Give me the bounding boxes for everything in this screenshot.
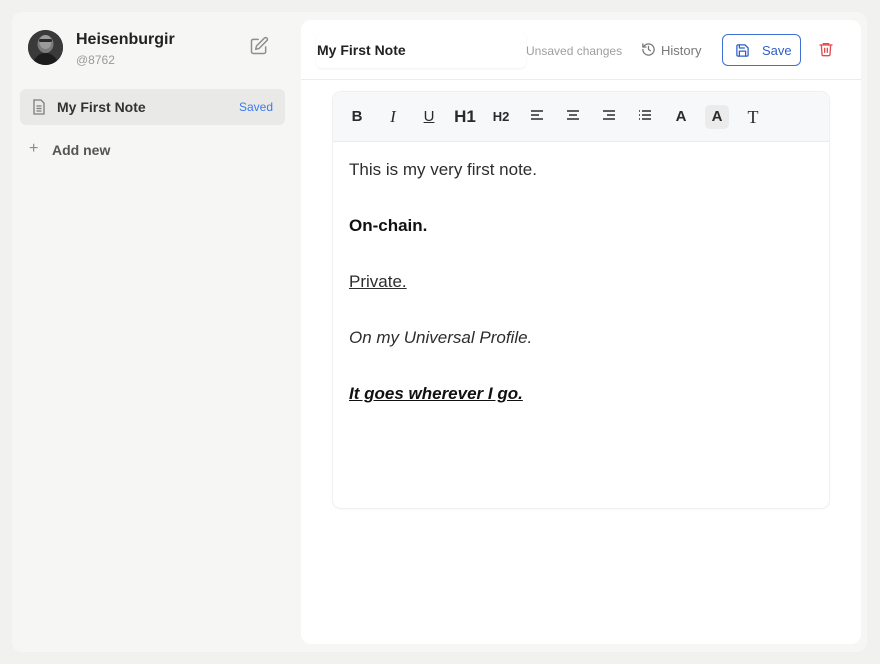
sidebar-note-item[interactable]: My First Note Saved: [20, 89, 285, 125]
paragraph-bold: On-chain.: [349, 216, 428, 235]
trash-icon[interactable]: [818, 41, 836, 59]
paragraph-bold-italic-underline: It goes wherever I go.: [349, 384, 523, 403]
text-color-button[interactable]: A: [669, 105, 693, 129]
add-new-label: Add new: [52, 142, 111, 158]
clear-format-button[interactable]: T: [741, 105, 765, 129]
plus-icon: +: [29, 140, 39, 157]
document-icon: [32, 99, 46, 120]
history-icon: [642, 43, 655, 56]
bold-button[interactable]: B: [345, 105, 369, 129]
align-left-icon[interactable]: [525, 105, 549, 129]
formatting-toolbar: B I U H1 H2 A A T: [333, 92, 829, 142]
avatar: [28, 30, 63, 65]
user-profile: Heisenburgir @8762: [28, 30, 280, 68]
note-content[interactable]: This is my very first note. On-chain. Pr…: [349, 160, 809, 440]
save-button[interactable]: Save: [722, 34, 801, 66]
paragraph-italic: On my Universal Profile.: [349, 328, 533, 347]
highlight-button[interactable]: A: [705, 105, 729, 129]
history-button[interactable]: History: [641, 40, 711, 60]
save-label: Save: [762, 43, 792, 58]
app-window: Heisenburgir @8762 My First Note Saved +: [12, 12, 867, 652]
save-icon: [736, 44, 749, 57]
sidebar-note-title: My First Note: [57, 99, 146, 115]
user-handle: @8762: [76, 53, 115, 67]
add-new-button[interactable]: + Add new: [29, 140, 149, 160]
align-center-icon[interactable]: [561, 105, 585, 129]
heading1-button[interactable]: H1: [451, 105, 479, 129]
align-right-icon[interactable]: [597, 105, 621, 129]
heading2-button[interactable]: H2: [489, 105, 513, 129]
history-label: History: [661, 43, 702, 58]
italic-button[interactable]: I: [381, 105, 405, 129]
sidebar: Heisenburgir @8762 My First Note Saved +: [12, 12, 294, 652]
editor-topbar: Unsaved changes History Save: [301, 20, 861, 80]
unsaved-changes-label: Unsaved changes: [526, 44, 623, 58]
note-title-input[interactable]: [316, 32, 526, 68]
saved-status: Saved: [238, 100, 273, 114]
editor-panel: Unsaved changes History Save: [301, 20, 861, 644]
bullet-list-icon[interactable]: [633, 105, 657, 129]
edit-icon[interactable]: [249, 36, 271, 58]
rich-text-editor: B I U H1 H2 A A T This is my very first …: [333, 92, 829, 508]
underline-button[interactable]: U: [417, 105, 441, 129]
paragraph-underline: Private.: [349, 272, 407, 291]
user-name: Heisenburgir: [76, 31, 175, 48]
paragraph-plain: This is my very first note.: [349, 160, 537, 179]
